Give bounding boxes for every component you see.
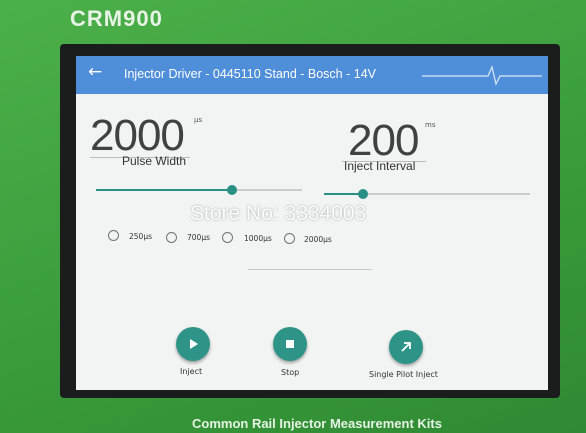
preset-radio-2000[interactable] (284, 233, 295, 244)
stop-button[interactable] (273, 327, 307, 361)
store-watermark: Store No: 3334003 (190, 202, 367, 225)
preset-label-700[interactable]: 700μs (187, 233, 210, 242)
device-brand: CRM900 (70, 6, 163, 31)
play-icon (190, 339, 198, 349)
inject-button-label[interactable]: Inject (180, 367, 202, 376)
single-pilot-inject-label[interactable]: Single Pilot Inject (369, 370, 438, 379)
inject-interval-unit: ms (425, 121, 436, 129)
inject-interval-label: Inject Interval (344, 159, 416, 173)
inject-interval-slider-thumb[interactable] (358, 189, 368, 199)
pulse-wave-icon (422, 65, 542, 86)
pulse-width-slider-fill (96, 189, 232, 191)
preset-radio-700[interactable] (166, 232, 177, 243)
section-divider (248, 269, 372, 270)
pulse-width-value: 2000 (90, 111, 185, 160)
page-title: Injector Driver - 0445110 Stand - Bosch … (124, 67, 376, 81)
single-pilot-inject-button[interactable] (389, 330, 423, 364)
pulse-width-slider-thumb[interactable] (227, 185, 237, 195)
arrow-up-right-icon (401, 342, 411, 352)
arrow-left-icon[interactable]: ← (88, 62, 102, 82)
preset-label-250[interactable]: 250μs (129, 232, 152, 241)
stop-icon (286, 340, 294, 348)
preset-radio-250[interactable] (108, 230, 119, 241)
preset-label-2000[interactable]: 2000μs (304, 235, 332, 244)
preset-radio-1000[interactable] (222, 232, 233, 243)
preset-label-1000[interactable]: 1000μs (244, 234, 272, 243)
inject-interval-value: 200 (348, 116, 419, 165)
device-footer: Common Rail Injector Measurement Kits (192, 416, 442, 431)
pulse-width-label: Pulse Width (122, 154, 187, 168)
pulse-width-unit: μs (194, 116, 203, 124)
app-bar: ← Injector Driver - 0445110 Stand - Bosc… (76, 56, 548, 94)
stop-button-label[interactable]: Stop (281, 368, 299, 377)
inject-button[interactable] (176, 327, 210, 361)
